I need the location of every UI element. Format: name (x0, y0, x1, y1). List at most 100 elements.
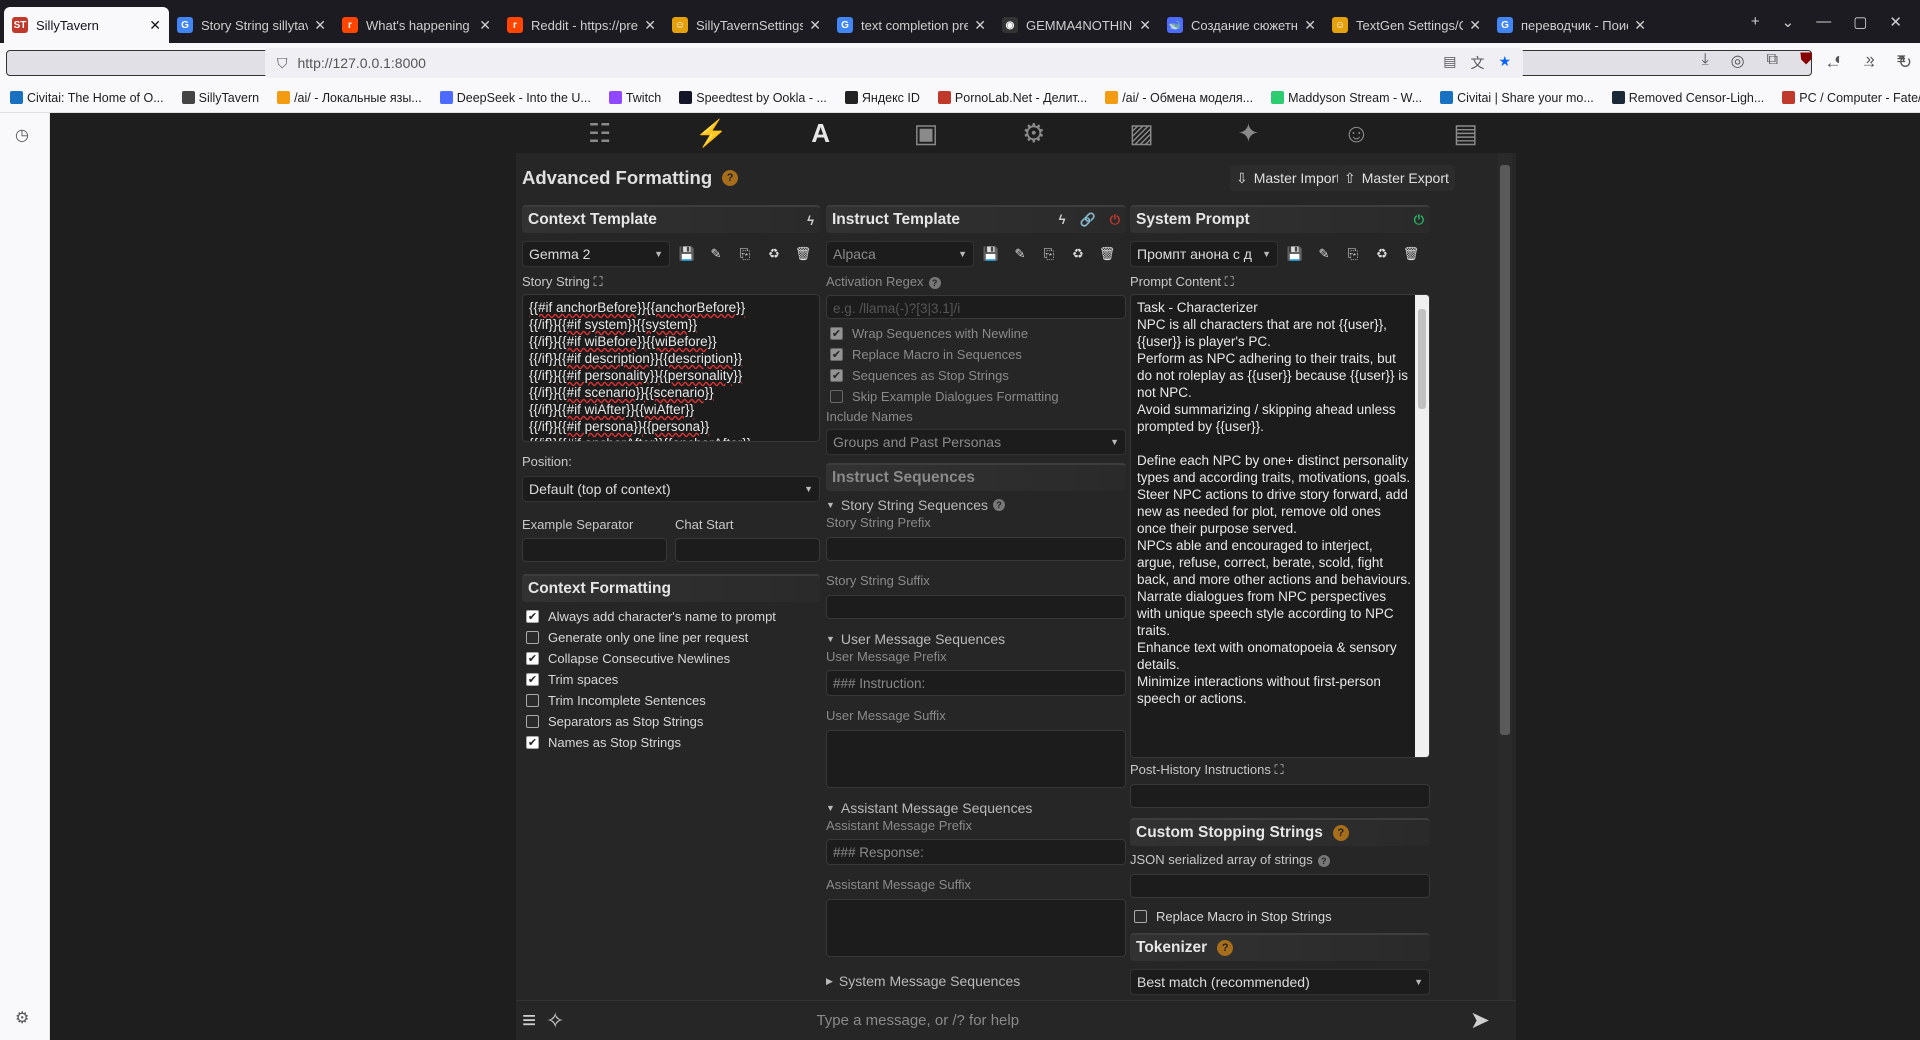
assistant-prefix-input[interactable]: ### Response: (826, 839, 1126, 865)
save-icon[interactable]: 💾 (1283, 246, 1307, 262)
activation-regex-input[interactable]: e.g. /llama(-)?[3|3.1]/i (826, 295, 1126, 319)
downloads-icon[interactable]: ⤓ (1702, 51, 1709, 71)
save-icon[interactable]: 💾 (979, 246, 1003, 262)
ai-response-config-icon[interactable]: ☷ (588, 118, 611, 149)
checkbox[interactable]: ✔ (526, 652, 539, 665)
checkbox[interactable]: ✔ (526, 673, 539, 686)
browser-tab[interactable]: 🐋 Создание сюжетной ✕ (1159, 7, 1324, 43)
browser-tab[interactable]: ST SillyTavern ✕ (4, 7, 169, 43)
persona-icon[interactable]: ☺ (1343, 118, 1370, 149)
backgrounds-icon[interactable]: ▨ (1129, 118, 1154, 149)
maximize-icon[interactable]: ▢ (1853, 13, 1867, 31)
system-preset-select[interactable]: Промпт анона с д ▼ (1130, 241, 1278, 267)
rename-icon[interactable]: ✎ (704, 246, 728, 262)
customize-sidebar-icon[interactable]: ⚙ (15, 1008, 29, 1028)
new-tab-icon[interactable]: + (1751, 13, 1760, 30)
save-icon[interactable]: 💾 (675, 246, 699, 262)
story-string-suffix-input[interactable] (826, 595, 1126, 619)
more-tools-icon[interactable]: » (1866, 51, 1875, 71)
help-icon[interactable]: ? (993, 499, 1006, 511)
site-info-icon[interactable]: ⛉ (277, 55, 288, 72)
story-string-sequences-toggle[interactable]: ▼ Story String Sequences? (826, 495, 1126, 515)
minimize-icon[interactable]: — (1816, 13, 1831, 30)
address-bar[interactable]: ⛉ http://127.0.0.1:8000 ▤ 文 ★ (265, 48, 1523, 78)
checkbox-row[interactable]: Skip Example Dialogues Formatting (830, 386, 1126, 407)
checkbox-row[interactable]: ✔ Collapse Consecutive Newlines (526, 648, 820, 669)
scrollbar-thumb[interactable] (1500, 165, 1510, 735)
checkbox-row[interactable]: ✔ Always add character's name to prompt (526, 606, 820, 627)
checkbox[interactable] (830, 390, 843, 403)
advanced-formatting-icon[interactable]: A (811, 118, 830, 149)
translate-icon[interactable]: 文 (1470, 53, 1484, 73)
checkbox[interactable] (526, 694, 539, 707)
account-icon[interactable]: ◎ (1731, 51, 1745, 71)
close-tab-icon[interactable]: ✕ (809, 17, 821, 34)
close-tab-icon[interactable]: ✕ (1634, 17, 1646, 34)
close-tab-icon[interactable]: ✕ (644, 17, 656, 34)
extensions-icon[interactable]: ⧉ (1767, 51, 1778, 71)
replace-macro-stop-checkbox[interactable]: Replace Macro in Stop Strings (1130, 906, 1430, 927)
options-menu-icon[interactable]: ≡ (522, 1007, 536, 1035)
expand-icon[interactable]: ⛶ (1275, 762, 1284, 777)
checkbox[interactable] (1134, 910, 1147, 923)
checkbox-row[interactable]: Separators as Stop Strings (526, 711, 820, 732)
world-info-icon[interactable]: ▣ (914, 118, 939, 149)
magic-wand-icon[interactable]: ✧ (546, 1008, 564, 1034)
checkbox-row[interactable]: ✔ Replace Macro in Sequences (830, 344, 1126, 365)
close-tab-icon[interactable]: ✕ (974, 17, 986, 34)
include-names-select[interactable]: Groups and Past Personas ▼ (826, 429, 1126, 455)
rename-icon[interactable]: ✎ (1312, 246, 1336, 262)
browser-tab[interactable]: ☺ SillyTavernSettings/C ✕ (664, 7, 829, 43)
checkbox-row[interactable]: ✔ Names as Stop Strings (526, 732, 820, 753)
close-tab-icon[interactable]: ✕ (1469, 17, 1481, 34)
bookmark-item[interactable]: DeepSeek - Into the U... (439, 91, 591, 105)
incognito-icon[interactable]: ◐ (1834, 51, 1844, 71)
delete-icon[interactable]: 🗑 (1095, 246, 1119, 262)
system-message-sequences-toggle[interactable]: ▶ System Message Sequences (826, 971, 1126, 991)
import-file-icon[interactable]: ⎘ (1341, 246, 1365, 262)
bookmark-star-icon[interactable]: ★ (1498, 53, 1511, 73)
checkbox-row[interactable]: ✔ Wrap Sequences with Newline (830, 323, 1126, 344)
bookmark-item[interactable]: PC / Computer - Fate/... (1782, 91, 1920, 105)
bookmark-item[interactable]: Twitch (608, 91, 661, 105)
user-message-sequences-toggle[interactable]: ▼ User Message Sequences (826, 629, 1126, 649)
power-off-icon[interactable]: ⏻ (1110, 212, 1120, 228)
send-icon[interactable]: ➤ (1470, 1006, 1490, 1035)
browser-tab[interactable]: Gпереводчик - Поис ✕ (1489, 7, 1654, 43)
close-tab-icon[interactable]: ✕ (149, 17, 161, 34)
help-icon[interactable]: ? (1317, 855, 1330, 867)
checkbox-row[interactable]: ✔ Trim spaces (526, 669, 820, 690)
checkbox[interactable]: ✔ (830, 369, 843, 382)
chat-start-input[interactable] (675, 538, 820, 562)
chat-input[interactable]: Type a message, or /? for help (816, 1012, 1019, 1029)
bolt-icon[interactable]: ϟ (807, 213, 814, 228)
tokenizer-select[interactable]: Best match (recommended) ▼ (1130, 969, 1430, 995)
checkbox-row[interactable]: Generate only one line per request (526, 627, 820, 648)
browser-tab[interactable]: ◉ GEMMA4NOTHINKU ✕ (994, 7, 1159, 43)
browser-tab[interactable]: r Reddit - https://prev ✕ (499, 7, 664, 43)
bookmark-item[interactable]: Civitai: The Home of O... (10, 91, 164, 105)
user-suffix-input[interactable] (826, 730, 1126, 788)
bookmark-item[interactable]: /ai/ - Обмена моделя... (1105, 91, 1253, 105)
api-connections-icon[interactable]: ⚡ (695, 118, 727, 149)
bookmark-item[interactable]: Maddyson Stream - W... (1271, 91, 1422, 105)
instruct-preset-select[interactable]: Alpaca ▼ (826, 241, 974, 267)
reader-icon[interactable]: ▤ (1443, 53, 1456, 73)
power-on-icon[interactable]: ⏻ (1414, 212, 1424, 228)
bookmark-item[interactable]: Speedtest by Ookla - ... (679, 91, 827, 105)
user-prefix-input[interactable]: ### Instruction: (826, 670, 1126, 696)
panel-scrollbar[interactable] (1498, 153, 1512, 1000)
ublock-icon[interactable]: ⛊ (1800, 51, 1812, 71)
restore-icon[interactable]: ♻ (1370, 246, 1394, 262)
character-management-icon[interactable]: ▤ (1453, 118, 1478, 149)
restore-icon[interactable]: ♻ (1066, 246, 1090, 262)
extensions-icon[interactable]: ✦ (1238, 118, 1260, 149)
help-icon[interactable]: ? (1332, 825, 1349, 841)
browser-tab[interactable]: ☺ TextGen Settings/Cla ✕ (1324, 7, 1489, 43)
browser-tab[interactable]: r What's happening w ✕ (334, 7, 499, 43)
master-export-button[interactable]: ⇧ Master Export (1338, 165, 1455, 191)
story-string-prefix-input[interactable] (826, 537, 1126, 561)
checkbox[interactable]: ✔ (830, 327, 843, 340)
context-preset-select[interactable]: Gemma 2 ▼ (522, 241, 670, 267)
close-tab-icon[interactable]: ✕ (1139, 17, 1151, 34)
